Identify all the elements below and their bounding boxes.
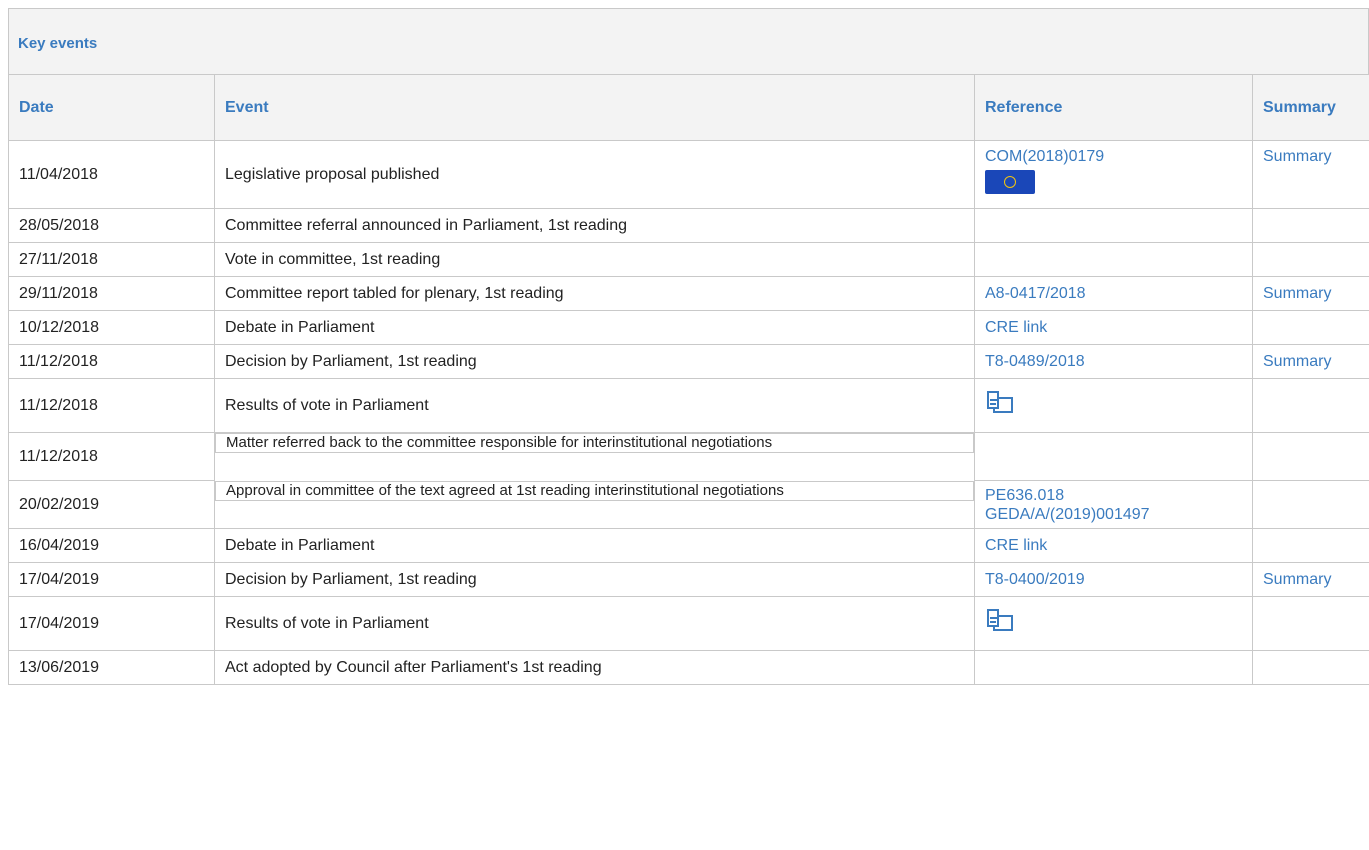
reference-cell: T8-0489/2018 bbox=[974, 344, 1253, 379]
table-row: 20/02/2019 Approval in committee of the t… bbox=[8, 480, 1369, 529]
vote-results-icon[interactable] bbox=[985, 607, 1015, 635]
reference-cell bbox=[974, 208, 1253, 243]
event-date: 17/04/2019 bbox=[8, 562, 215, 597]
reference-cell: CRE link bbox=[974, 310, 1253, 345]
summary-link[interactable]: Summary bbox=[1263, 284, 1359, 303]
reference-link[interactable]: GEDA/A/(2019)001497 bbox=[985, 505, 1242, 524]
table-row: 17/04/2019 Results of vote in Parliament bbox=[8, 596, 1369, 651]
event-description: Decision by Parliament, 1st reading bbox=[214, 344, 975, 379]
event-date: 17/04/2019 bbox=[8, 596, 215, 651]
event-description: Results of vote in Parliament bbox=[214, 596, 975, 651]
table-row: 28/05/2018 Committee referral announced i… bbox=[8, 208, 1369, 243]
summary-cell bbox=[1252, 242, 1369, 277]
reference-cell bbox=[974, 242, 1253, 277]
event-description: Debate in Parliament bbox=[214, 528, 975, 563]
summary-cell bbox=[1252, 596, 1369, 651]
event-date: 28/05/2018 bbox=[8, 208, 215, 243]
event-description: Vote in committee, 1st reading bbox=[214, 242, 975, 277]
table-row: 11/04/2018 Legislative proposal published… bbox=[8, 140, 1369, 209]
reference-cell: A8-0417/2018 bbox=[974, 276, 1253, 311]
reference-link[interactable]: CRE link bbox=[985, 318, 1242, 337]
reference-cell: T8-0400/2019 bbox=[974, 562, 1253, 597]
event-description: Act adopted by Council after Parliament'… bbox=[214, 650, 975, 685]
event-date: 11/12/2018 bbox=[8, 378, 215, 433]
eu-flag-icon[interactable] bbox=[985, 170, 1035, 194]
reference-cell bbox=[974, 596, 1253, 651]
table-row: 11/12/2018 Decision by Parliament, 1st re… bbox=[8, 344, 1369, 379]
key-events-table: Date Event Reference Summary 11/04/2018 L… bbox=[8, 74, 1369, 685]
summary-cell bbox=[1252, 650, 1369, 685]
panel-title: Key events bbox=[18, 35, 98, 52]
event-date: 10/12/2018 bbox=[8, 310, 215, 345]
summary-cell: Summary bbox=[1252, 344, 1369, 379]
panel-header: Key events bbox=[8, 8, 1369, 74]
event-description: Decision by Parliament, 1st reading bbox=[214, 562, 975, 597]
summary-cell bbox=[1252, 528, 1369, 563]
column-header-event: Event bbox=[214, 74, 975, 141]
column-header-summary: Summary bbox=[1252, 74, 1369, 141]
reference-link[interactable]: A8-0417/2018 bbox=[985, 284, 1242, 303]
reference-cell: PE636.018 GEDA/A/(2019)001497 bbox=[974, 480, 1253, 529]
event-date: 11/12/2018 bbox=[8, 432, 215, 481]
event-description: Committee report tabled for plenary, 1st… bbox=[214, 276, 975, 311]
summary-cell bbox=[1252, 432, 1369, 481]
event-date: 20/02/2019 bbox=[8, 480, 215, 529]
key-events-panel: Key events Date Event Reference Summary … bbox=[8, 8, 1369, 685]
table-row: 27/11/2018 Vote in committee, 1st reading bbox=[8, 242, 1369, 277]
summary-cell bbox=[1252, 208, 1369, 243]
summary-cell bbox=[1252, 310, 1369, 345]
reference-cell bbox=[974, 650, 1253, 685]
table-row: 10/12/2018 Debate in Parliament CRE link bbox=[8, 310, 1369, 345]
summary-cell bbox=[1252, 378, 1369, 433]
table-row: 11/12/2018 Results of vote in Parliament bbox=[8, 378, 1369, 433]
summary-link[interactable]: Summary bbox=[1263, 570, 1359, 589]
reference-link[interactable]: T8-0400/2019 bbox=[985, 570, 1242, 589]
event-date: 29/11/2018 bbox=[8, 276, 215, 311]
summary-link[interactable]: Summary bbox=[1263, 147, 1359, 166]
table-header-row: Date Event Reference Summary bbox=[8, 74, 1369, 141]
summary-link[interactable]: Summary bbox=[1263, 352, 1359, 371]
event-description: Legislative proposal published bbox=[214, 140, 975, 209]
reference-cell: CRE link bbox=[974, 528, 1253, 563]
reference-link[interactable]: CRE link bbox=[985, 536, 1242, 555]
summary-cell: Summary bbox=[1252, 140, 1369, 209]
reference-link[interactable]: PE636.018 bbox=[985, 486, 1242, 505]
summary-cell: Summary bbox=[1252, 562, 1369, 597]
event-date: 16/04/2019 bbox=[8, 528, 215, 563]
table-row: 16/04/2019 Debate in Parliament CRE link bbox=[8, 528, 1369, 563]
table-row: 13/06/2019 Act adopted by Council after P… bbox=[8, 650, 1369, 685]
event-date: 27/11/2018 bbox=[8, 242, 215, 277]
reference-cell: COM(2018)0179 bbox=[974, 140, 1253, 209]
table-row: 11/12/2018 Matter referred back to the co… bbox=[8, 432, 1369, 481]
summary-cell: Summary bbox=[1252, 276, 1369, 311]
event-date: 13/06/2019 bbox=[8, 650, 215, 685]
reference-link[interactable]: T8-0489/2018 bbox=[985, 352, 1242, 371]
table-row: 29/11/2018 Committee report tabled for pl… bbox=[8, 276, 1369, 311]
reference-cell bbox=[974, 378, 1253, 433]
reference-cell bbox=[974, 432, 1253, 481]
reference-link[interactable]: COM(2018)0179 bbox=[985, 147, 1242, 166]
vote-results-icon[interactable] bbox=[985, 389, 1015, 417]
column-header-date: Date bbox=[8, 74, 215, 141]
table-row: 17/04/2019 Decision by Parliament, 1st re… bbox=[8, 562, 1369, 597]
event-description: Approval in committee of the text agreed… bbox=[215, 480, 974, 501]
event-description: Results of vote in Parliament bbox=[214, 378, 975, 433]
event-date: 11/04/2018 bbox=[8, 140, 215, 209]
event-description: Matter referred back to the committee re… bbox=[215, 433, 974, 453]
column-header-reference: Reference bbox=[974, 74, 1253, 141]
event-date: 11/12/2018 bbox=[8, 344, 215, 379]
summary-cell bbox=[1252, 480, 1369, 529]
event-description: Debate in Parliament bbox=[214, 310, 975, 345]
event-description: Committee referral announced in Parliame… bbox=[214, 208, 975, 243]
